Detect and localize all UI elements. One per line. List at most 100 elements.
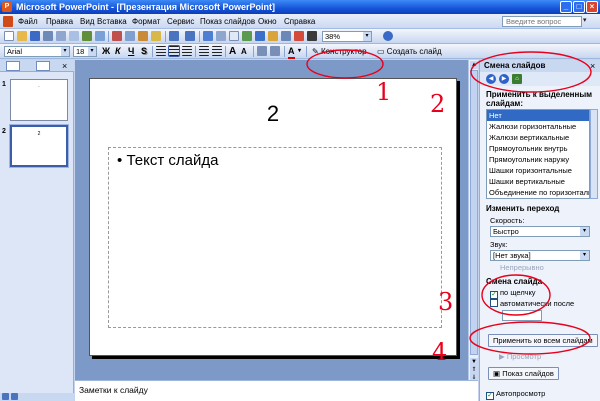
new-slide-button[interactable]: ▭ Создать слайд <box>377 46 442 57</box>
sound-select[interactable]: [Нет звука] ▾ <box>490 250 590 261</box>
close-icon[interactable]: × <box>590 60 595 72</box>
chevron-down-icon[interactable]: ▾ <box>580 227 589 236</box>
redo-icon[interactable] <box>185 31 195 41</box>
save-icon[interactable] <box>30 31 40 41</box>
font-size-select[interactable]: 18 ▾ <box>73 46 97 57</box>
color-grayscale-icon[interactable] <box>307 31 317 41</box>
insert-chart-icon[interactable] <box>242 31 252 41</box>
print-icon[interactable] <box>56 31 66 41</box>
font-name-select[interactable]: Arial ▾ <box>4 46 70 57</box>
hyperlink-icon[interactable] <box>203 31 213 41</box>
list-scrollbar[interactable] <box>590 109 598 199</box>
list-item[interactable]: Шашки вертикальные <box>487 176 589 187</box>
on-click-checkbox[interactable]: ✓ по щелчку <box>490 288 536 299</box>
list-item[interactable]: Шашки горизонтальные <box>487 165 589 176</box>
menu-edit[interactable]: Правка <box>46 17 73 26</box>
previous-slide-icon[interactable]: ⇑ <box>470 366 478 374</box>
chevron-down-icon[interactable]: ▾ <box>298 46 301 57</box>
zoom-select[interactable]: 38% ▾ <box>322 31 372 42</box>
scroll-down-icon[interactable]: ▼ <box>470 358 478 366</box>
copy-icon[interactable] <box>125 31 135 41</box>
cut-icon[interactable] <box>112 31 122 41</box>
increase-indent-icon[interactable] <box>270 46 280 56</box>
powerpoint-icon[interactable]: P <box>2 2 12 12</box>
menu-tools[interactable]: Сервис <box>167 17 194 26</box>
show-formatting-icon[interactable] <box>281 31 291 41</box>
preview-button[interactable]: ▶ Просмотр <box>494 350 546 363</box>
slide-thumbnail-1[interactable]: · <box>10 79 68 121</box>
tab-outline[interactable] <box>6 61 20 71</box>
decrease-font-icon[interactable]: A <box>241 46 247 57</box>
body-placeholder[interactable]: • Текст слайда <box>108 147 442 328</box>
menu-insert[interactable]: Вставка <box>97 17 127 26</box>
help-dropdown-icon[interactable]: ▾ <box>583 16 587 24</box>
bold-button[interactable]: Ж <box>102 46 110 57</box>
scroll-up-icon[interactable]: ▲ <box>470 61 478 69</box>
forward-icon[interactable]: ▶ <box>499 74 509 84</box>
tab-slides[interactable] <box>36 61 50 71</box>
close-button[interactable]: × <box>586 1 598 13</box>
undo-icon[interactable] <box>169 31 179 41</box>
list-item[interactable]: Жалюзи горизонтальные <box>487 121 589 132</box>
format-painter-icon[interactable] <box>151 31 161 41</box>
slide-title[interactable]: 2 <box>90 101 456 127</box>
diagram-icon[interactable] <box>255 31 265 41</box>
menu-help[interactable]: Справка <box>284 17 315 26</box>
decrease-indent-icon[interactable] <box>257 46 267 56</box>
normal-view-icon[interactable] <box>2 393 9 400</box>
chevron-down-icon[interactable]: ▾ <box>61 47 69 56</box>
spelling-icon[interactable] <box>82 31 92 41</box>
menu-file[interactable]: Файл <box>18 17 38 26</box>
align-left-icon[interactable] <box>156 46 166 56</box>
slide-thumbnail-2[interactable]: 2 <box>9 124 69 168</box>
paste-icon[interactable] <box>138 31 148 41</box>
menu-window[interactable]: Окно <box>258 17 277 26</box>
list-item[interactable]: Объединение по горизонтали <box>487 187 589 198</box>
transition-list[interactable]: Нет Жалюзи горизонтальные Жалюзи вертика… <box>486 109 590 199</box>
apply-all-button[interactable]: Применить ко всем слайдам <box>488 334 598 347</box>
slideshow-button[interactable]: ▣ Показ слайдов <box>488 367 559 380</box>
list-item[interactable]: Прямоугольник внутрь <box>487 143 589 154</box>
designer-button[interactable]: ✎ Конструктор <box>312 46 367 57</box>
numbering-icon[interactable] <box>199 46 209 56</box>
sorter-view-icon[interactable] <box>11 393 18 400</box>
expand-all-icon[interactable] <box>268 31 278 41</box>
maximize-button[interactable]: □ <box>573 1 585 13</box>
font-color-icon[interactable]: A <box>288 46 295 59</box>
permission-icon[interactable] <box>43 31 53 41</box>
help-icon[interactable] <box>383 31 393 41</box>
preview-icon[interactable] <box>69 31 79 41</box>
list-item[interactable]: Жалюзи вертикальные <box>487 132 589 143</box>
increase-font-icon[interactable]: A <box>229 46 236 57</box>
menu-slideshow[interactable]: Показ слайдов <box>200 17 255 26</box>
auto-time-spinner[interactable] <box>502 310 542 321</box>
research-icon[interactable] <box>95 31 105 41</box>
loop-checkbox[interactable]: Непрерывно <box>500 263 544 272</box>
back-icon[interactable]: ◀ <box>486 74 496 84</box>
menu-format[interactable]: Формат <box>132 17 160 26</box>
scroll-thumb[interactable] <box>470 70 478 355</box>
shadow-button[interactable]: S <box>141 46 147 57</box>
insert-table-icon[interactable] <box>229 31 239 41</box>
chevron-down-icon[interactable]: ▾ <box>580 251 589 260</box>
list-item[interactable]: Нет <box>487 110 589 121</box>
vertical-scrollbar[interactable]: ▲ ▼ ⇑ ⇓ <box>468 60 478 382</box>
open-icon[interactable] <box>17 31 27 41</box>
document-icon[interactable] <box>3 16 13 27</box>
new-icon[interactable] <box>4 31 14 41</box>
tables-borders-icon[interactable] <box>216 31 226 41</box>
home-icon[interactable]: ⌂ <box>512 74 522 84</box>
list-item[interactable]: Прямоугольник наружу <box>487 154 589 165</box>
underline-button[interactable]: Ч <box>128 46 134 57</box>
minimize-button[interactable]: _ <box>560 1 572 13</box>
notes-pane[interactable]: Заметки к слайду <box>75 380 478 401</box>
align-right-icon[interactable] <box>182 46 192 56</box>
chevron-down-icon[interactable]: ▾ <box>88 47 96 56</box>
italic-button[interactable]: К <box>115 46 121 57</box>
menu-view[interactable]: Вид <box>80 17 94 26</box>
close-icon[interactable]: × <box>62 60 67 72</box>
grid-icon[interactable] <box>294 31 304 41</box>
bullets-icon[interactable] <box>212 46 222 56</box>
slide-canvas[interactable]: 2 • Текст слайда <box>89 78 457 356</box>
autopreview-checkbox[interactable]: ✓ Автопросмотр <box>486 389 545 400</box>
